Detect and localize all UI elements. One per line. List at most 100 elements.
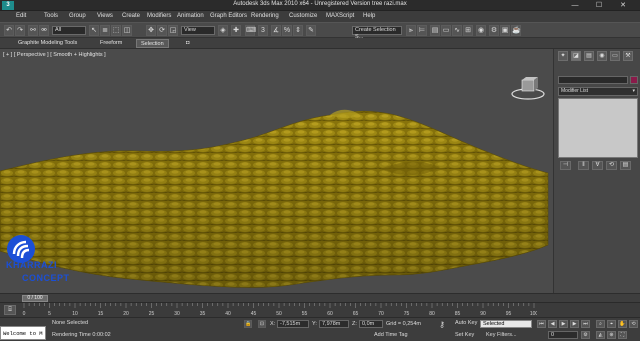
- link-icon: ⚯: [30, 27, 36, 34]
- mirror-button[interactable]: ⫸: [406, 25, 416, 36]
- absolute-mode-button[interactable]: ⊡: [258, 320, 266, 328]
- tab-motion-icon[interactable]: ◉: [597, 51, 607, 61]
- named-selection-dropdown[interactable]: Create Selection S...: [352, 26, 402, 40]
- track-bar[interactable]: ⌸ 0 5 10 15 20 25 30 35 40 45 50 55 60 65 70 75 80 85 90 95…: [0, 302, 640, 317]
- key-filters-button[interactable]: Key Filters...: [486, 332, 517, 338]
- y-coord-field[interactable]: 7,978m: [319, 320, 349, 328]
- make-unique-button[interactable]: ∀: [592, 161, 603, 170]
- reference-coord-dropdown[interactable]: View: [181, 26, 215, 35]
- render-button[interactable]: ☕: [511, 25, 521, 36]
- selection-filter-dropdown[interactable]: All: [52, 26, 86, 35]
- menu-rendering[interactable]: Rendering: [251, 13, 279, 19]
- close-button[interactable]: ✕: [614, 0, 632, 11]
- menu-edit[interactable]: Edit: [16, 13, 26, 19]
- key-icon[interactable]: ⚷: [436, 321, 448, 330]
- object-color-swatch[interactable]: [630, 76, 638, 84]
- align-button[interactable]: ⊨: [417, 25, 427, 36]
- next-frame-button[interactable]: ▶: [570, 320, 579, 328]
- menu-maxscript[interactable]: MAXScript: [326, 13, 354, 19]
- redo-button[interactable]: ↷: [15, 25, 25, 36]
- add-time-tag-button[interactable]: Add Time Tag: [374, 332, 408, 338]
- unlink-button[interactable]: ⚮: [39, 25, 49, 36]
- mini-curve-editor-icon[interactable]: ⌸: [4, 305, 16, 315]
- tab-create-icon[interactable]: ✦: [558, 51, 568, 61]
- remove-modifier-button[interactable]: ⟲: [606, 161, 617, 170]
- menu-create[interactable]: Create: [122, 13, 140, 19]
- pin-stack-button[interactable]: ⊣: [560, 161, 571, 170]
- time-slider[interactable]: 0 / 100: [0, 293, 640, 302]
- select-object-button[interactable]: ↖: [89, 25, 99, 36]
- auto-key-button[interactable]: Auto Key: [455, 320, 477, 326]
- menu-graph-editors[interactable]: Graph Editors: [210, 13, 247, 19]
- go-to-end-button[interactable]: ⏭: [581, 320, 590, 328]
- menu-animation[interactable]: Animation: [177, 13, 204, 19]
- schematic-view-button[interactable]: ⊞: [463, 25, 473, 36]
- region-select-button[interactable]: ⬚: [111, 25, 121, 36]
- maximize-viewport-button[interactable]: ⛶: [618, 331, 627, 339]
- tab-display-icon[interactable]: ▭: [610, 51, 620, 61]
- time-slider-handle[interactable]: 0 / 100: [22, 295, 48, 302]
- show-end-result-button[interactable]: ‖: [578, 161, 589, 170]
- set-key-button[interactable]: Set Key: [455, 332, 474, 338]
- rotate-button[interactable]: ⟳: [157, 25, 167, 36]
- perspective-viewport[interactable]: [ + ] [ Perspective ] [ Smooth + Highlig…: [0, 49, 553, 293]
- undo-button[interactable]: ↶: [4, 25, 14, 36]
- viewport-label[interactable]: [ + ] [ Perspective ] [ Smooth + Highlig…: [3, 52, 106, 58]
- object-name-field[interactable]: [558, 76, 628, 84]
- angle-snap-button[interactable]: ∡: [271, 25, 281, 36]
- window-crossing-button[interactable]: ◫: [122, 25, 132, 36]
- modifier-stack[interactable]: [558, 98, 638, 158]
- select-manipulate-button[interactable]: ✚: [231, 25, 241, 36]
- configure-sets-button[interactable]: ▤: [620, 161, 631, 170]
- time-config-button[interactable]: ⚙: [581, 331, 590, 339]
- go-to-start-button[interactable]: ⏮: [537, 320, 546, 328]
- tab-freeform[interactable]: Freeform: [96, 39, 126, 48]
- z-coord-field[interactable]: 0,0m: [359, 320, 383, 328]
- field-of-view-button[interactable]: ◭: [596, 331, 605, 339]
- orbit-button[interactable]: ⟲: [629, 320, 638, 328]
- rendered-frame-button[interactable]: ▣: [500, 25, 510, 36]
- move-button[interactable]: ✥: [146, 25, 156, 36]
- maximize-button[interactable]: ☐: [590, 0, 608, 11]
- ribbon-minimize-toggle[interactable]: ◘: [182, 39, 193, 48]
- keyboard-shortcut-button[interactable]: ⌨: [245, 25, 256, 36]
- scale-button[interactable]: ◲: [168, 25, 178, 36]
- viewcube-icon[interactable]: [510, 73, 546, 103]
- tab-hierarchy-icon[interactable]: ▤: [584, 51, 594, 61]
- menu-group[interactable]: Group: [69, 13, 86, 19]
- tab-modify-icon[interactable]: ◪: [571, 51, 581, 61]
- menu-views[interactable]: Views: [97, 13, 113, 19]
- lock-selection-button[interactable]: 🔒: [244, 320, 252, 328]
- layer-manager-button[interactable]: ▤: [430, 25, 440, 36]
- minimize-button[interactable]: —: [566, 0, 584, 11]
- curve-editor-button[interactable]: ∿: [452, 25, 462, 36]
- percent-snap-button[interactable]: %: [282, 25, 292, 36]
- render-setup-button[interactable]: ⚙: [489, 25, 499, 36]
- previous-frame-button[interactable]: ◀: [548, 320, 557, 328]
- select-by-name-button[interactable]: ≣: [100, 25, 110, 36]
- tab-graphite-modeling-tools[interactable]: Graphite Modeling Tools: [14, 39, 81, 48]
- zoom-all-button[interactable]: ⌖: [607, 320, 616, 328]
- edit-named-sets-button[interactable]: ✎: [306, 25, 316, 36]
- tab-selection[interactable]: Selection: [136, 39, 169, 48]
- spinner-snap-button[interactable]: ⇕: [293, 25, 303, 36]
- snap-button[interactable]: 3: [258, 25, 268, 36]
- maxscript-listener-input[interactable]: Welcome to M: [0, 326, 46, 340]
- menu-tools[interactable]: Tools: [44, 13, 58, 19]
- pan-button[interactable]: ✋: [618, 320, 627, 328]
- x-coord-field[interactable]: -7,515m: [277, 320, 309, 328]
- modifier-list-dropdown[interactable]: Modifier List ▾: [558, 87, 638, 96]
- menu-help[interactable]: Help: [363, 13, 375, 19]
- walk-through-button[interactable]: ⊕: [607, 331, 616, 339]
- key-selection-dropdown[interactable]: Selected: [480, 320, 532, 328]
- current-frame-field[interactable]: 0: [548, 331, 578, 339]
- menu-modifiers[interactable]: Modifiers: [147, 13, 171, 19]
- graphite-toggle-button[interactable]: ▭: [441, 25, 451, 36]
- zoom-button[interactable]: ⌕: [596, 320, 605, 328]
- tab-utilities-icon[interactable]: ⚒: [623, 51, 633, 61]
- pivot-button[interactable]: ◈: [218, 25, 228, 36]
- material-editor-button[interactable]: ◉: [476, 25, 486, 36]
- link-button[interactable]: ⚯: [28, 25, 38, 36]
- menu-customize[interactable]: Customize: [289, 13, 317, 19]
- play-button[interactable]: ▶: [559, 320, 568, 328]
